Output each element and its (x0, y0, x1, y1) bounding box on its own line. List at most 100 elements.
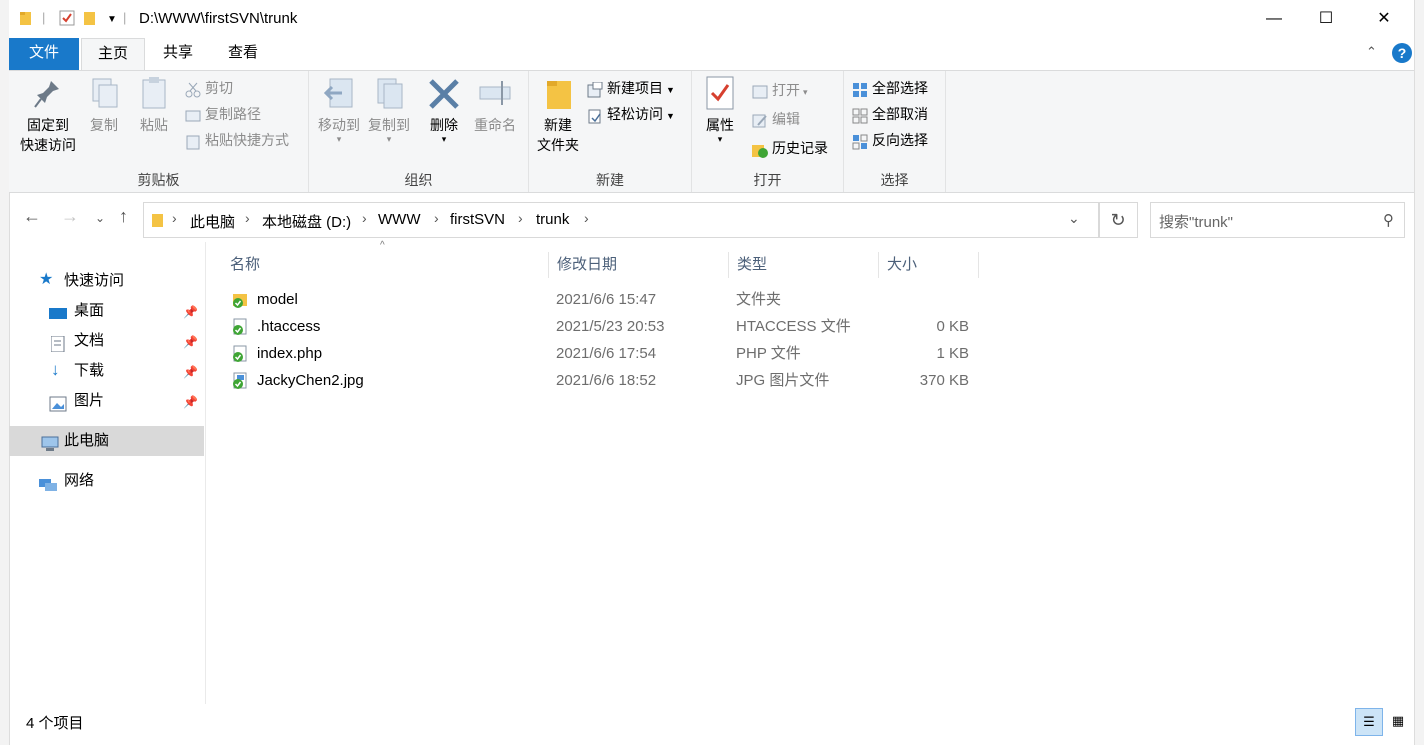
properties-dropdown-icon: ▾ (717, 134, 723, 144)
svn-file-icon (232, 345, 248, 363)
search-placeholder: 搜索"trunk" (1159, 214, 1233, 231)
properties-quick-icon[interactable] (59, 10, 75, 29)
breadcrumb-separator-icon[interactable]: › (584, 210, 589, 226)
breadcrumb-separator-icon[interactable]: › (245, 210, 250, 226)
file-type: HTACCESS 文件 (736, 318, 851, 335)
file-type: PHP 文件 (736, 345, 801, 362)
properties-check-icon (703, 75, 737, 111)
help-icon[interactable]: ? (1392, 43, 1412, 63)
new-folder-button[interactable]: 新建 文件夹 (533, 75, 583, 155)
nav-pictures[interactable]: 图片 📌 (9, 386, 204, 416)
refresh-button[interactable]: ↻ (1098, 202, 1138, 238)
file-row-model[interactable]: model 2021/6/6 15:47 文件夹 (226, 286, 986, 313)
breadcrumb-separator-icon[interactable]: › (518, 210, 523, 226)
search-box[interactable]: 搜索"trunk" ⚲ (1150, 202, 1405, 238)
invert-selection-icon (852, 133, 868, 150)
move-to-label: 移动到 (318, 117, 360, 133)
refresh-icon: ↻ (1110, 210, 1126, 230)
breadcrumb-this-pc[interactable]: 此电脑 (190, 211, 235, 232)
breadcrumb-firstsvn[interactable]: firstSVN (450, 211, 505, 228)
star-icon: ★ (39, 271, 54, 288)
new-folder-quick-icon[interactable] (83, 10, 97, 29)
breadcrumb-separator-icon[interactable]: › (362, 210, 367, 226)
move-to-icon (322, 75, 356, 111)
file-modified: 2021/6/6 18:52 (556, 372, 657, 389)
pin-label-2: 快速访问 (20, 137, 76, 153)
breadcrumb-trunk[interactable]: trunk (536, 211, 569, 228)
move-to-button[interactable]: 移动到 ▾ (313, 75, 365, 144)
folder-icon (19, 10, 33, 29)
file-row-jackychen2-jpg[interactable]: JackyChen2.jpg 2021/6/6 18:52 JPG 图片文件 3… (226, 367, 986, 394)
computer-icon (41, 433, 59, 451)
delete-button[interactable]: 删除 ▾ (423, 75, 465, 144)
copy-path-icon (185, 107, 201, 123)
file-row-htaccess[interactable]: .htaccess 2021/5/23 20:53 HTACCESS 文件 0 … (226, 313, 986, 340)
nav-quick-access[interactable]: ★ 快速访问 (9, 266, 204, 296)
back-arrow-icon[interactable]: ← (23, 206, 41, 227)
address-history-chevron-icon[interactable]: ⌄ (1068, 210, 1080, 227)
easy-access-button[interactable]: 轻松访问 ▼ (587, 102, 675, 126)
maximize-button[interactable]: ☐ (1303, 0, 1349, 38)
invert-selection-button[interactable]: 反向选择 (852, 128, 928, 152)
breadcrumb-local-disk[interactable]: 本地磁盘 (D:) (262, 211, 351, 232)
customize-quick-access-icon[interactable]: ▼ (107, 14, 117, 25)
file-list: ^ 名称 修改日期 类型 大小 model 2021/6/6 15:47 文件夹… (206, 240, 1414, 704)
nav-downloads[interactable]: ↓ 下载 📌 (9, 356, 204, 386)
tab-home[interactable]: 主页 (81, 38, 145, 70)
column-header-modified[interactable]: 修改日期 (549, 252, 729, 278)
select-none-label: 全部取消 (872, 106, 928, 122)
nav-network[interactable]: 网络 (9, 466, 204, 496)
new-item-button[interactable]: 新建项目 ▼ (587, 76, 675, 100)
breadcrumb-separator-icon[interactable]: › (434, 210, 439, 226)
properties-label: 属性 (706, 117, 734, 133)
pinned-icon: 📌 (183, 335, 198, 349)
item-count: 4 个项目 (26, 715, 84, 732)
up-arrow-icon[interactable]: ↑ (119, 206, 128, 227)
close-button[interactable]: ✕ (1361, 0, 1407, 38)
rename-button[interactable]: 重命名 (469, 75, 521, 135)
copy-path-button[interactable]: 复制路径 (185, 102, 261, 126)
details-view-icon[interactable]: ☰ (1355, 708, 1383, 736)
pinned-icon: 📌 (183, 305, 198, 319)
open-button[interactable]: 打开 ▾ (752, 78, 808, 102)
large-icons-view-icon[interactable]: ▦ (1385, 708, 1411, 734)
pin-to-quick-access-button[interactable]: 固定到 快速访问 (15, 75, 81, 155)
breadcrumb-www[interactable]: WWW (378, 211, 420, 228)
nav-desktop-label: 桌面 (74, 302, 105, 319)
tab-share[interactable]: 共享 (149, 38, 207, 70)
history-button[interactable]: 历史记录 (752, 136, 828, 160)
address-bar[interactable]: › 此电脑 › 本地磁盘 (D:) › WWW › firstSVN › tru… (143, 202, 1100, 238)
edit-button[interactable]: 编辑 (752, 107, 800, 131)
cut-button[interactable]: 剪切 (185, 76, 233, 100)
pictures-icon (49, 393, 67, 412)
column-header-name[interactable]: 名称 (222, 252, 549, 278)
nav-desktop[interactable]: 桌面 📌 (9, 296, 204, 326)
breadcrumb-separator-icon[interactable]: › (172, 210, 177, 226)
select-all-button[interactable]: 全部选择 (852, 76, 928, 100)
select-none-button[interactable]: 全部取消 (852, 102, 928, 126)
paste-shortcut-button[interactable]: 粘贴快捷方式 (185, 128, 289, 152)
file-row-index-php[interactable]: index.php 2021/6/6 17:54 PHP 文件 1 KB (226, 340, 986, 367)
nav-this-pc-label: 此电脑 (64, 432, 110, 449)
minimize-button[interactable]: — (1251, 0, 1297, 38)
paste-button[interactable]: 粘贴 (133, 75, 175, 135)
nav-this-pc[interactable]: 此电脑 (9, 426, 204, 456)
copy-label: 复制 (90, 117, 118, 133)
collapse-ribbon-icon[interactable]: ⌃ (1366, 44, 1377, 60)
nav-documents[interactable]: 文档 📌 (9, 326, 204, 356)
open-dropdown-icon: ▾ (803, 87, 808, 97)
file-size: 370 KB (919, 372, 969, 389)
properties-button[interactable]: 属性 ▾ (700, 75, 740, 144)
column-header-size[interactable]: 大小 (879, 252, 979, 278)
tab-file[interactable]: 文件 (9, 38, 79, 70)
copy-to-button[interactable]: 复制到 ▾ (363, 75, 415, 144)
copy-button[interactable]: 复制 (83, 75, 125, 135)
tab-view[interactable]: 查看 (214, 38, 272, 70)
forward-arrow-icon[interactable]: → (61, 206, 79, 227)
recent-locations-chevron-icon[interactable]: ⌄ (95, 211, 105, 225)
desktop-icon (49, 303, 67, 319)
svn-file-icon (232, 318, 248, 336)
file-name: index.php (257, 345, 323, 362)
navigation-pane: ★ 快速访问 桌面 📌 文档 📌 ↓ 下载 📌 图片 📌 此电脑 网络 (9, 242, 206, 704)
column-header-type[interactable]: 类型 (729, 252, 879, 278)
